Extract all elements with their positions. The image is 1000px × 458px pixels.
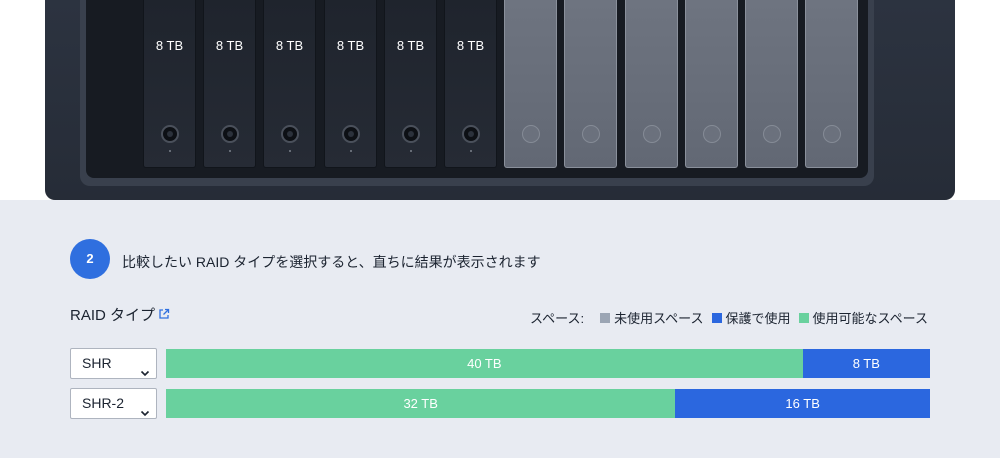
drive-bay-4: 8 TB [324, 0, 377, 168]
drive-bay-11 [745, 0, 798, 168]
drive-bay-10 [685, 0, 738, 168]
drive-bay-3: 8 TB [263, 0, 316, 168]
raid-row-1: SHR 40 TB 8 TB [70, 348, 930, 379]
legend-item-unused: 未使用スペース [600, 308, 704, 327]
drive-bay-lock-icon [341, 125, 360, 143]
step-instruction: 比較したい RAID タイプを選択すると、直ちに結果が表示されます [122, 254, 541, 270]
drive-bay-lock-icon [401, 125, 420, 143]
raid-row-2: SHR-2 32 TB 16 TB [70, 388, 930, 419]
drive-bay-2: 8 TB [203, 0, 256, 168]
drive-bay-lock-icon [762, 125, 781, 143]
capacity-segment-protection: 8 TB [802, 349, 930, 378]
legend-item-usable: 使用可能なスペース [798, 308, 928, 327]
drive-bay-led-icon [469, 150, 472, 152]
raid-type-heading: RAID タイプ [70, 304, 170, 325]
chevron-down-icon [140, 399, 150, 428]
drive-bay-5: 8 TB [384, 0, 437, 168]
legend-label-unused: 未使用スペース [614, 311, 704, 326]
drive-bay-led-icon [288, 150, 291, 152]
raid-type-label: RAID タイプ [70, 307, 156, 324]
drive-bay-led-icon [228, 150, 231, 152]
drive-bay-capacity-label: 8 TB [155, 38, 184, 53]
drive-bay-lock-icon [521, 125, 540, 143]
legend-swatch-usable [798, 312, 809, 323]
capacity-bar-1: 40 TB 8 TB [166, 349, 930, 378]
raid-select-2-value: SHR-2 [82, 395, 125, 411]
drive-bay-led-icon [168, 150, 171, 152]
capacity-segment-usable: 40 TB [166, 349, 803, 378]
drive-bay-1: 8 TB [143, 0, 196, 168]
legend-label-usable: 使用可能なスペース [812, 311, 928, 326]
drive-bay-7 [504, 0, 557, 168]
drive-bay-capacity-label: 8 TB [456, 38, 485, 53]
chevron-down-icon [140, 359, 150, 388]
drive-bay-led-icon [409, 150, 412, 152]
drive-bay-lock-icon [702, 125, 721, 143]
drive-bay-led-icon [349, 150, 352, 152]
drive-bay-8 [564, 0, 617, 168]
legend-title: スペース: [530, 311, 585, 326]
drive-bay-lock-icon [581, 125, 600, 143]
drive-bay-6: 8 TB [444, 0, 497, 168]
capacity-segment-usable: 32 TB [166, 389, 676, 418]
capacity-segment-protection: 16 TB [675, 389, 930, 418]
legend-swatch-unused [600, 312, 611, 323]
raid-select-1-value: SHR [82, 355, 112, 371]
drive-bay-lock-icon [220, 125, 239, 143]
legend-label-protection: 保護で使用 [725, 311, 791, 326]
drive-bay-lock-icon [160, 125, 179, 143]
drive-bay-capacity-label: 8 TB [336, 38, 365, 53]
drive-bay-lock-icon [642, 125, 661, 143]
drive-bay-capacity-label: 8 TB [396, 38, 425, 53]
drive-bay-9 [625, 0, 678, 168]
legend-swatch-protection [711, 312, 722, 323]
external-link-icon[interactable] [158, 307, 170, 324]
drive-bay-capacity-label: 8 TB [215, 38, 244, 53]
capacity-bar-2: 32 TB 16 TB [166, 389, 930, 418]
raid-select-1[interactable]: SHR [70, 348, 157, 379]
drive-bay-12 [805, 0, 858, 168]
raid-select-2[interactable]: SHR-2 [70, 388, 157, 419]
step-number-badge: 2 [70, 239, 110, 279]
drive-bay-capacity-label: 8 TB [275, 38, 304, 53]
device-illustration-area: 8 TB 8 TB 8 TB 8 TB 8 TB 8 TB [0, 0, 1000, 200]
space-legend: スペース: 未使用スペース 保護で使用 使用可能なスペース [530, 308, 928, 327]
drive-bay-lock-icon [280, 125, 299, 143]
legend-item-protection: 保護で使用 [711, 308, 791, 327]
drive-bay-lock-icon [822, 125, 841, 143]
drive-bay-lock-icon [461, 125, 480, 143]
